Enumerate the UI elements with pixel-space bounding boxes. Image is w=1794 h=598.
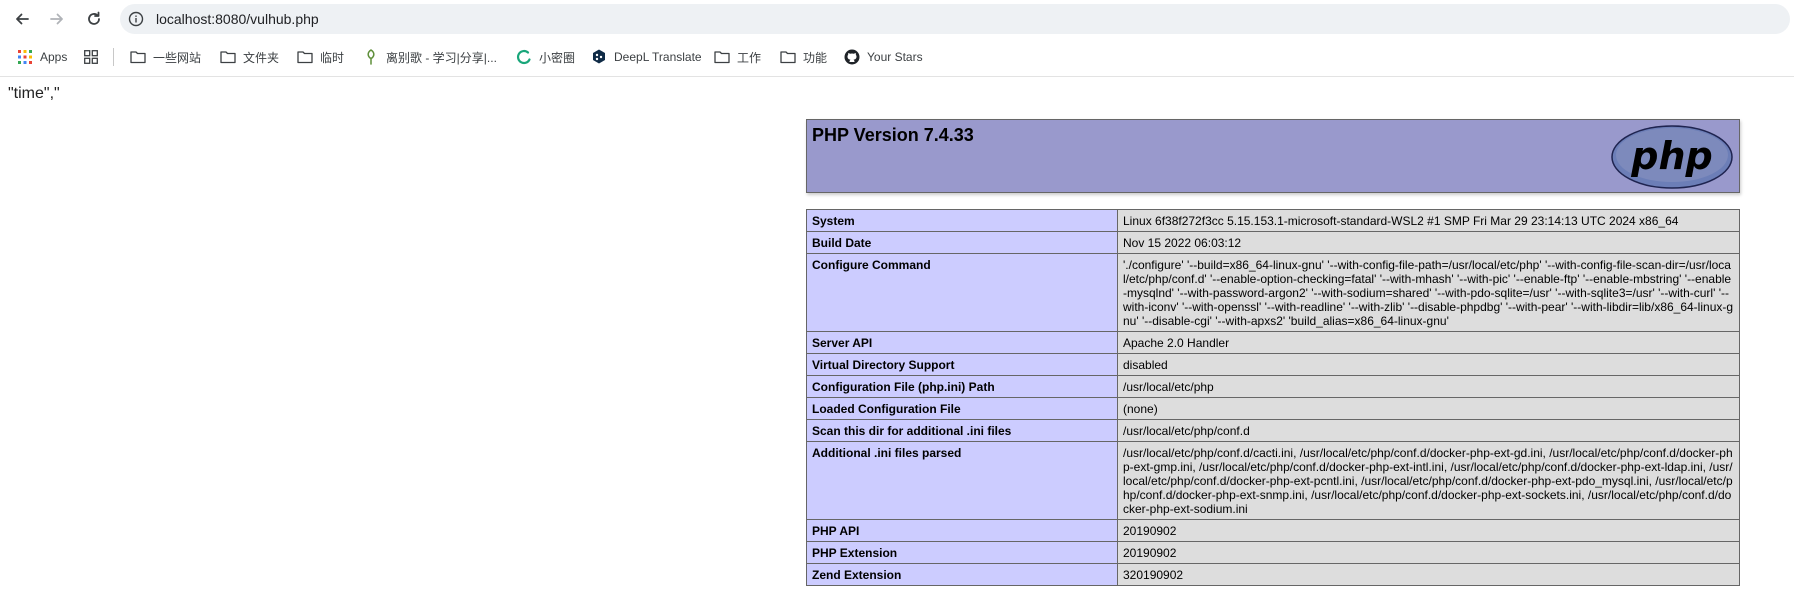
phpinfo-value: disabled: [1117, 353, 1740, 376]
phpinfo-key: Virtual Directory Support: [806, 353, 1118, 376]
bookmark-label: 临时: [320, 50, 345, 65]
php-version-title: PHP Version 7.4.33: [812, 125, 974, 145]
bookmark-folder-websites[interactable]: 一些网站: [129, 47, 201, 67]
svg-text:php: php: [1630, 134, 1712, 178]
forward-button[interactable]: [45, 8, 69, 30]
phpinfo-row: System Linux 6f38f272f3cc 5.15.153.1-micr…: [806, 209, 1740, 232]
phpinfo-row: Scan this dir for additional .ini files /…: [806, 419, 1740, 442]
phpinfo-value: 320190902: [1117, 563, 1740, 586]
phpinfo-value: 20190902: [1117, 519, 1740, 542]
arrow-left-icon: [16, 13, 29, 25]
phpinfo-row: PHP API 20190902: [806, 519, 1740, 542]
bookmark-label: 文件夹: [243, 50, 280, 65]
phpinfo-value: Apache 2.0 Handler: [1117, 331, 1740, 354]
phpinfo-value: 20190902: [1117, 541, 1740, 564]
phpinfo-key: Configure Command: [806, 253, 1118, 332]
phpinfo-key: Scan this dir for additional .ini files: [806, 419, 1118, 442]
bookmark-label: DeepL Translate: [614, 50, 702, 64]
phpinfo-key: PHP API: [806, 519, 1118, 542]
leaf-icon: [362, 48, 380, 66]
folder-icon: [219, 48, 237, 66]
phpinfo-value: /usr/local/etc/php/conf.d: [1117, 419, 1740, 442]
phpinfo-key: Build Date: [806, 231, 1118, 254]
address-bar[interactable]: localhost:8080/vulhub.php: [120, 4, 1790, 34]
phpinfo-key: Zend Extension: [806, 563, 1118, 586]
circle-logo-icon: [515, 48, 533, 66]
bookmark-tab-groups[interactable]: [82, 47, 106, 67]
reload-icon: [88, 11, 100, 25]
phpinfo-key: System: [806, 209, 1118, 232]
folder-icon: [129, 48, 147, 66]
bookmark-your-stars[interactable]: Your Stars: [843, 47, 923, 67]
browser-toolbar: localhost:8080/vulhub.php: [0, 0, 1794, 38]
bookmark-deepl[interactable]: DeepL Translate: [590, 47, 702, 67]
phpinfo-value: /usr/local/etc/php/conf.d/cacti.ini, /us…: [1117, 441, 1740, 520]
phpinfo-key: Additional .ini files parsed: [806, 441, 1118, 520]
phpinfo-row: Virtual Directory Support disabled: [806, 353, 1740, 376]
phpinfo-row: Loaded Configuration File (none): [806, 397, 1740, 420]
phpinfo-row: PHP Extension 20190902: [806, 541, 1740, 564]
bookmark-folder-work[interactable]: 工作: [713, 47, 761, 67]
folder-icon: [296, 48, 314, 66]
phpinfo-value: /usr/local/etc/php: [1117, 375, 1740, 398]
arrow-right-icon: [50, 13, 63, 25]
phpinfo-key: Server API: [806, 331, 1118, 354]
bookmark-libge[interactable]: 离别歌 - 学习|分享|...: [362, 47, 497, 67]
folder-icon: [713, 48, 731, 66]
bookmark-label: 小密圈: [539, 50, 576, 65]
php-logo-icon: php: [1611, 125, 1733, 189]
phpinfo-row: Server API Apache 2.0 Handler: [806, 331, 1740, 354]
bookmark-label: Apps: [40, 50, 68, 64]
phpinfo-table: System Linux 6f38f272f3cc 5.15.153.1-micr…: [806, 209, 1740, 586]
phpinfo-row: Additional .ini files parsed/usr/local/e…: [806, 441, 1740, 520]
phpinfo-header: PHP Version 7.4.33 php: [806, 119, 1740, 193]
phpinfo-key: Configuration File (php.ini) Path: [806, 375, 1118, 398]
bookmark-apps[interactable]: Apps: [16, 47, 67, 67]
phpinfo-value: (none): [1117, 397, 1740, 420]
deepl-icon: [590, 48, 608, 66]
back-button[interactable]: [10, 8, 34, 30]
phpinfo-row: Zend Extension 320190902: [806, 563, 1740, 586]
site-info-icon[interactable]: [128, 11, 144, 27]
bookmark-folder-features[interactable]: 功能: [779, 47, 827, 67]
apps-grid-icon: [16, 48, 34, 66]
bookmark-label: 一些网站: [153, 50, 202, 65]
url-text[interactable]: localhost:8080/vulhub.php: [156, 11, 319, 27]
reload-button[interactable]: [82, 8, 106, 30]
folder-icon: [779, 48, 797, 66]
phpinfo-row: Build Date Nov 15 2022 06:03:12: [806, 231, 1740, 254]
phpinfo-row: Configuration File (php.ini) Path/usr/lo…: [806, 375, 1740, 398]
page-output-text: "time",": [8, 85, 60, 102]
bookmark-folder-temp[interactable]: 临时: [296, 47, 344, 67]
bookmark-xiaomiquan[interactable]: 小密圈: [515, 47, 575, 67]
bookmark-label: 离别歌 - 学习|分享|...: [386, 50, 497, 65]
phpinfo-value: Linux 6f38f272f3cc 5.15.153.1-microsoft-…: [1117, 209, 1740, 232]
phpinfo-key: Loaded Configuration File: [806, 397, 1118, 420]
phpinfo-value: Nov 15 2022 06:03:12: [1117, 231, 1740, 254]
phpinfo-container: PHP Version 7.4.33 php System Linux 6f38f…: [806, 119, 1740, 586]
phpinfo-key: PHP Extension: [806, 541, 1118, 564]
bookmark-label: 功能: [803, 50, 828, 65]
bookmark-label: Your Stars: [867, 50, 923, 64]
bookmark-label: 工作: [737, 50, 762, 65]
bookmark-folder-files[interactable]: 文件夹: [219, 47, 279, 67]
bookmark-separator: [113, 48, 114, 66]
tab-groups-icon: [82, 48, 100, 66]
github-icon: [843, 48, 861, 66]
phpinfo-value: './configure' '--build=x86_64-linux-gnu'…: [1117, 253, 1740, 332]
phpinfo-row: Configure Command './configure' '--build=…: [806, 253, 1740, 332]
